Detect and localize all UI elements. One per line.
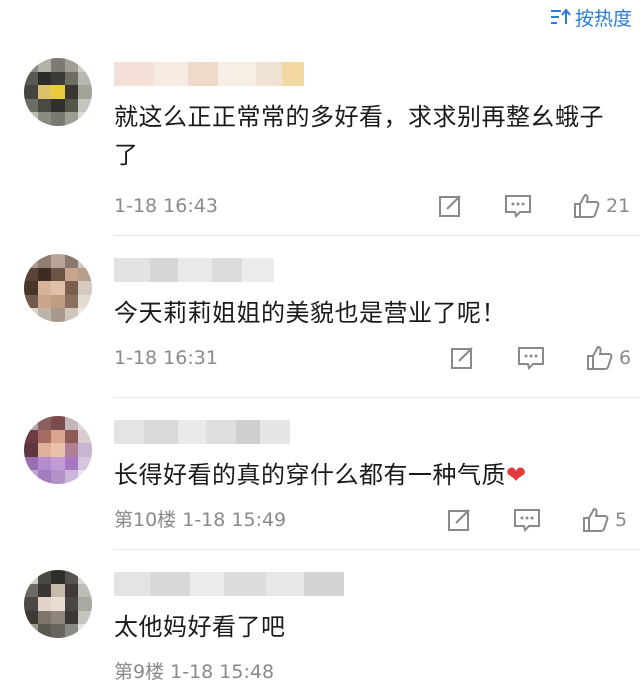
comment-text: 今天莉莉姐姐的美貌也是营业了呢！ bbox=[114, 299, 506, 327]
like-count: 21 bbox=[606, 195, 631, 217]
avatar[interactable] bbox=[24, 58, 92, 126]
comment-text: 太他妈好看了吧 bbox=[114, 613, 286, 641]
like-button[interactable]: 5 bbox=[581, 505, 627, 535]
like-count: 5 bbox=[615, 509, 628, 531]
comment-time: 1-18 15:49 bbox=[182, 509, 287, 531]
comment-icon bbox=[512, 506, 542, 534]
share-button[interactable] bbox=[448, 343, 476, 373]
share-icon bbox=[436, 192, 464, 220]
comment-time: 1-18 16:31 bbox=[114, 347, 218, 369]
username-blurred[interactable] bbox=[114, 420, 290, 444]
comment-item: 长得好看的真的穿什么都有一种气质❤ 第10楼 1-18 15:49 5 bbox=[0, 398, 640, 550]
comment-text: 长得好看的真的穿什么都有一种气质 bbox=[114, 461, 506, 489]
share-button[interactable] bbox=[445, 505, 473, 535]
comment-icon bbox=[503, 192, 533, 220]
reply-button[interactable] bbox=[503, 191, 533, 221]
username-blurred[interactable] bbox=[114, 572, 344, 596]
username-blurred[interactable] bbox=[114, 62, 304, 86]
username-blurred[interactable] bbox=[114, 258, 274, 282]
reply-button[interactable] bbox=[512, 505, 542, 535]
share-icon bbox=[445, 506, 473, 534]
comment-meta: 第10楼 1-18 15:49 bbox=[114, 507, 286, 533]
avatar[interactable] bbox=[24, 254, 92, 322]
comment-floor: 第9楼 bbox=[114, 661, 165, 683]
comment-item: 太他妈好看了吧 第9楼 1-18 15:48 bbox=[0, 550, 640, 700]
comment-meta: 1-18 16:31 bbox=[114, 345, 218, 371]
like-button[interactable]: 6 bbox=[585, 343, 631, 373]
comment-meta: 1-18 16:43 bbox=[114, 193, 218, 219]
avatar[interactable] bbox=[24, 416, 92, 484]
like-count: 6 bbox=[619, 347, 632, 369]
thumbs-up-icon bbox=[572, 192, 602, 220]
comment-time: 1-18 16:43 bbox=[114, 195, 218, 217]
share-icon bbox=[448, 344, 476, 372]
thumbs-up-icon bbox=[581, 506, 611, 534]
heart-emoji: ❤ bbox=[506, 461, 527, 489]
reply-button[interactable] bbox=[516, 343, 546, 373]
sort-by-heat-button[interactable]: 按热度 bbox=[549, 4, 632, 30]
like-button[interactable]: 21 bbox=[572, 191, 630, 221]
comment-icon bbox=[516, 344, 546, 372]
comment-time: 1-18 15:48 bbox=[170, 661, 275, 683]
avatar[interactable] bbox=[24, 570, 92, 638]
sort-label: 按热度 bbox=[574, 7, 632, 30]
thumbs-up-icon bbox=[585, 344, 615, 372]
comment-meta: 第9楼 1-18 15:48 bbox=[114, 659, 274, 685]
sort-icon bbox=[549, 7, 571, 27]
comment-floor: 第10楼 bbox=[114, 509, 177, 531]
comment-item: 今天莉莉姐姐的美貌也是营业了呢！ 1-18 16:31 6 bbox=[0, 236, 640, 398]
comment-item: 就这么正正常常的多好看，求求别再整幺蛾子了 1-18 16:43 21 bbox=[0, 40, 640, 236]
share-button[interactable] bbox=[436, 191, 464, 221]
comment-text: 就这么正正常常的多好看，求求别再整幺蛾子了 bbox=[114, 103, 604, 169]
